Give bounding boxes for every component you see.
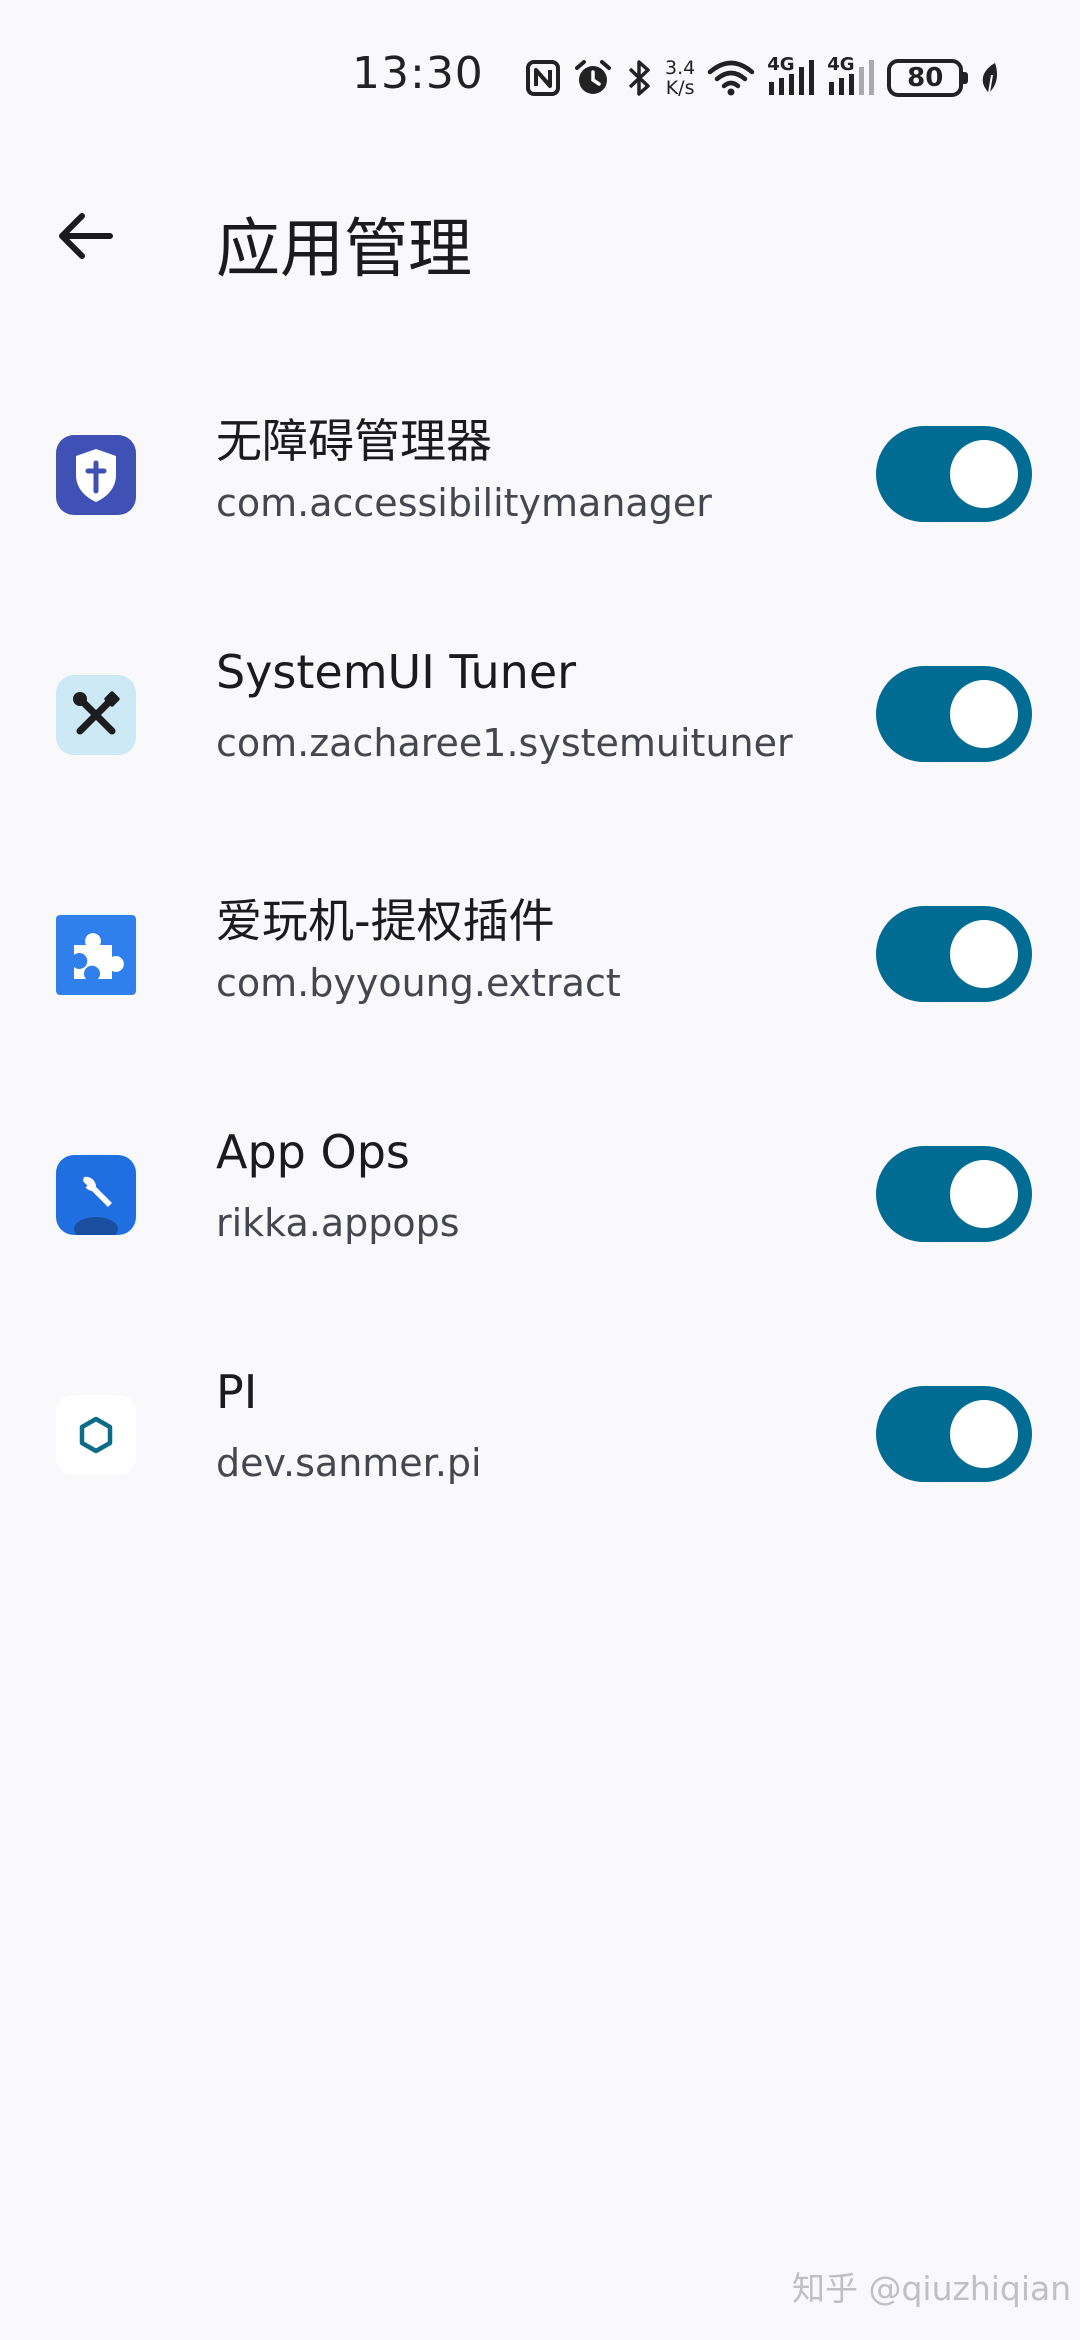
switch-thumb — [950, 920, 1018, 988]
app-package: com.byyoung.extract — [216, 961, 621, 1005]
app-name: 爱玩机-提权插件 — [216, 894, 555, 948]
nfc-icon — [525, 59, 561, 97]
enable-switch[interactable] — [876, 1386, 1032, 1482]
app-bar: 应用管理 — [0, 180, 1080, 290]
puzzle-icon — [56, 915, 136, 995]
page-title: 应用管理 — [216, 213, 472, 287]
cell-signal-icon: 4G — [827, 54, 875, 98]
app-package: com.zacharee1.systemuituner — [216, 721, 793, 765]
shield-cross-icon — [56, 435, 136, 515]
leaf-icon — [979, 61, 999, 95]
switch-thumb — [950, 1400, 1018, 1468]
status-icons: 3.4 K/s 4G 4G 80 — [525, 54, 999, 102]
cell-signal-icon: 4G — [767, 54, 815, 98]
app-name: App Ops — [216, 1125, 410, 1179]
app-name: PI — [216, 1365, 258, 1419]
list-item[interactable]: 无障碍管理器 com.accessibilitymanager — [0, 385, 1080, 625]
tools-icon — [56, 675, 136, 755]
net-speed: 3.4 K/s — [665, 58, 695, 98]
battery-level: 80 — [907, 63, 944, 93]
wrench-icon — [56, 1155, 136, 1235]
wifi-icon — [707, 60, 755, 96]
app-package: rikka.appops — [216, 1201, 460, 1245]
hexagon-icon — [56, 1395, 136, 1475]
back-button[interactable] — [44, 202, 124, 274]
switch-thumb — [950, 680, 1018, 748]
app-package: dev.sanmer.pi — [216, 1441, 482, 1485]
enable-switch[interactable] — [876, 666, 1032, 762]
bluetooth-icon — [625, 58, 653, 98]
net-speed-value: 3.4 — [665, 57, 696, 79]
switch-thumb — [950, 1160, 1018, 1228]
status-time: 13:30 — [352, 48, 484, 99]
arrow-back-icon — [54, 210, 114, 266]
app-list: 无障碍管理器 com.accessibilitymanager SystemUI… — [0, 385, 1080, 1585]
status-bar: 13:30 3.4 K/s 4G 4G 80 — [0, 0, 1080, 150]
list-item[interactable]: PI dev.sanmer.pi — [0, 1345, 1080, 1585]
app-name: 无障碍管理器 — [216, 414, 492, 468]
enable-switch[interactable] — [876, 426, 1032, 522]
app-package: com.accessibilitymanager — [216, 481, 712, 525]
list-item[interactable]: 爱玩机-提权插件 com.byyoung.extract — [0, 865, 1080, 1105]
app-name: SystemUI Tuner — [216, 645, 577, 699]
list-item[interactable]: App Ops rikka.appops — [0, 1105, 1080, 1345]
battery-icon: 80 — [887, 59, 969, 97]
alarm-icon — [573, 58, 613, 98]
net-speed-unit: K/s — [665, 77, 695, 99]
enable-switch[interactable] — [876, 906, 1032, 1002]
switch-thumb — [950, 440, 1018, 508]
enable-switch[interactable] — [876, 1146, 1032, 1242]
list-item[interactable]: SystemUI Tuner com.zacharee1.systemuitun… — [0, 625, 1080, 865]
watermark: 知乎 @qiuzhiqian — [792, 2269, 1072, 2308]
